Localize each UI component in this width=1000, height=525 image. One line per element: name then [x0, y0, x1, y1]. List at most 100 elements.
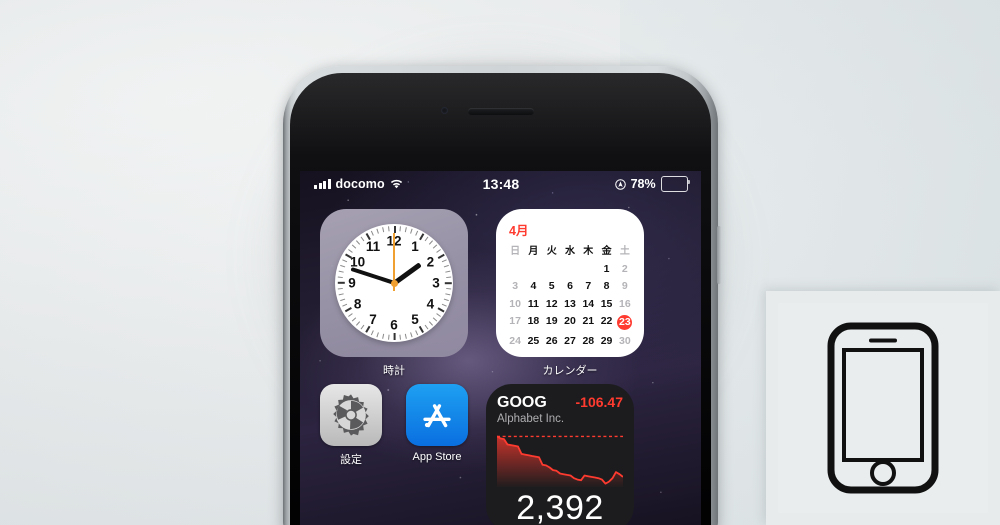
calendar-day[interactable]: 18 [524, 315, 542, 330]
phone-screen[interactable]: docomo 13:48 78% 1 2 3 4 5 6 7 8 9 10 11… [300, 171, 701, 525]
calendar-day[interactable]: 30 [616, 335, 634, 348]
calendar-weekday: 日 [510, 246, 521, 257]
calendar-day[interactable]: 9 [616, 280, 634, 293]
appstore-app-label: App Store [412, 451, 462, 463]
calendar-month-label: 4月 [509, 224, 529, 238]
calendar-blank [543, 263, 561, 276]
status-bar-right: 78% [519, 176, 701, 192]
calendar-day[interactable]: 17 [506, 315, 524, 330]
calendar-day[interactable]: 26 [543, 335, 561, 348]
calendar-widget-cell[interactable]: 4月 日月火水木金土 1 2 3 4 5 6 7 8 9 10 11 12 13 14 15 16 17 18 19 2… [496, 209, 644, 378]
smartphone-card-inner [778, 303, 988, 513]
stock-price: 2,392 [516, 489, 604, 525]
scene: docomo 13:48 78% 1 2 3 4 5 6 7 8 9 10 11… [0, 0, 1000, 525]
gear-icon [333, 394, 369, 436]
clock-numeral: 1 [411, 239, 419, 255]
calendar-weekday: 金 [601, 246, 612, 257]
calendar-day[interactable]: 20 [561, 315, 579, 330]
smartphone-icon [827, 322, 939, 494]
calendar-grid: 日月火水木金土 1 2 3 4 5 6 7 8 9 10 11 12 13 14 15 16 17 18 19 20 21… [506, 245, 634, 348]
calendar-day[interactable]: 28 [579, 335, 597, 348]
calendar-blank [524, 263, 542, 276]
status-bar: docomo 13:48 78% [300, 171, 701, 197]
battery-percent-label: 78% [630, 177, 656, 191]
calendar-day[interactable]: 6 [561, 280, 579, 293]
calendar-day[interactable]: 11 [524, 298, 542, 311]
calendar-weekday: 木 [583, 246, 594, 257]
clock-pivot [390, 279, 398, 287]
calendar-day[interactable]: 27 [561, 335, 579, 348]
smartphone-illustration-card [766, 291, 1000, 525]
calendar-day[interactable]: 14 [579, 298, 597, 311]
clock-numeral: 3 [432, 275, 440, 291]
status-bar-clock: 13:48 [482, 176, 520, 192]
calendar-day[interactable]: 19 [543, 315, 561, 330]
earpiece-speaker-icon [467, 108, 534, 115]
calendar-day[interactable]: 21 [579, 315, 597, 330]
stock-symbol: GOOG [497, 394, 547, 411]
appstore-app-cell[interactable]: App Store [406, 384, 468, 463]
location-services-icon [614, 178, 626, 190]
calendar-day[interactable]: 4 [524, 280, 542, 293]
calendar-day[interactable]: 24 [506, 335, 524, 348]
clock-widget-label: 時計 [383, 365, 405, 377]
calendar-day[interactable]: 2 [616, 263, 634, 276]
clock-numeral: 9 [348, 275, 356, 291]
stock-chart-svg [496, 435, 624, 487]
calendar-day[interactable]: 12 [543, 298, 561, 311]
stocks-widget[interactable]: GOOG -106.47 Alphabet Inc. 2,392 [486, 384, 634, 525]
clock-widget[interactable]: 12 1 2 3 4 5 6 7 8 9 10 [320, 209, 468, 357]
calendar-widget-label: カレンダー [542, 365, 598, 377]
clock-numeral: 11 [365, 239, 381, 255]
clock-numeral: 5 [411, 311, 419, 327]
clock-face: 12 1 2 3 4 5 6 7 8 9 10 [335, 224, 453, 342]
calendar-day[interactable]: 16 [616, 298, 634, 311]
calendar-day[interactable]: 7 [579, 280, 597, 293]
settings-app-cell[interactable]: 設定 [320, 384, 382, 467]
stock-company-name: Alphabet Inc. [497, 413, 565, 425]
calendar-day[interactable]: 1 [597, 263, 615, 276]
stocks-widget-cell[interactable]: GOOG -106.47 Alphabet Inc. 2,392 [486, 384, 634, 525]
front-camera-icon [440, 107, 448, 114]
app-row-1: 設定 App Store GOOG -106.47 Alphabet Inc. … [320, 384, 681, 525]
power-button[interactable] [717, 226, 721, 284]
appstore-app-icon[interactable] [406, 384, 468, 446]
calendar-day[interactable]: 23 [616, 315, 634, 330]
widget-row: 12 1 2 3 4 5 6 7 8 9 10 [320, 209, 681, 378]
calendar-blank [561, 263, 579, 276]
stock-change: -106.47 [575, 394, 623, 410]
iphone-device: docomo 13:48 78% 1 2 3 4 5 6 7 8 9 10 11… [283, 66, 721, 525]
clock-numeral: 8 [353, 296, 362, 312]
carrier-label: docomo [335, 177, 385, 191]
appstore-icon [423, 404, 451, 428]
calendar-day[interactable]: 29 [597, 335, 615, 348]
calendar-weekday: 月 [528, 246, 539, 257]
calendar-blank [579, 263, 597, 276]
settings-app-label: 設定 [340, 454, 362, 466]
calendar-day[interactable]: 10 [506, 298, 524, 311]
calendar-day[interactable]: 8 [597, 280, 615, 293]
clock-numeral: 7 [369, 311, 377, 327]
calendar-day[interactable]: 5 [543, 280, 561, 293]
calendar-day[interactable]: 3 [506, 280, 524, 293]
calendar-day[interactable]: 15 [597, 298, 615, 311]
calendar-day[interactable]: 13 [561, 298, 579, 311]
wifi-icon [390, 179, 403, 189]
home-screen-grid: 12 1 2 3 4 5 6 7 8 9 10 [300, 197, 701, 525]
battery-icon [660, 176, 691, 192]
clock-numeral: 4 [426, 296, 435, 312]
settings-app-icon[interactable] [320, 384, 382, 446]
calendar-widget[interactable]: 4月 日月火水木金土 1 2 3 4 5 6 7 8 9 10 11 12 13 14 15 16 17 18 19 2… [496, 209, 644, 357]
calendar-weekday: 火 [546, 246, 557, 257]
calendar-day[interactable]: 25 [524, 335, 542, 348]
clock-widget-cell[interactable]: 12 1 2 3 4 5 6 7 8 9 10 [320, 209, 468, 378]
clock-numeral: 2 [426, 254, 435, 270]
calendar-weekday: 土 [619, 246, 630, 257]
calendar-weekday: 水 [564, 246, 575, 257]
calendar-blank [506, 263, 524, 276]
stock-header: GOOG -106.47 [497, 394, 623, 412]
status-bar-left: docomo [300, 177, 483, 191]
cellular-signal-icon [314, 179, 331, 189]
clock-numeral: 6 [390, 317, 398, 333]
calendar-day[interactable]: 22 [597, 315, 615, 330]
